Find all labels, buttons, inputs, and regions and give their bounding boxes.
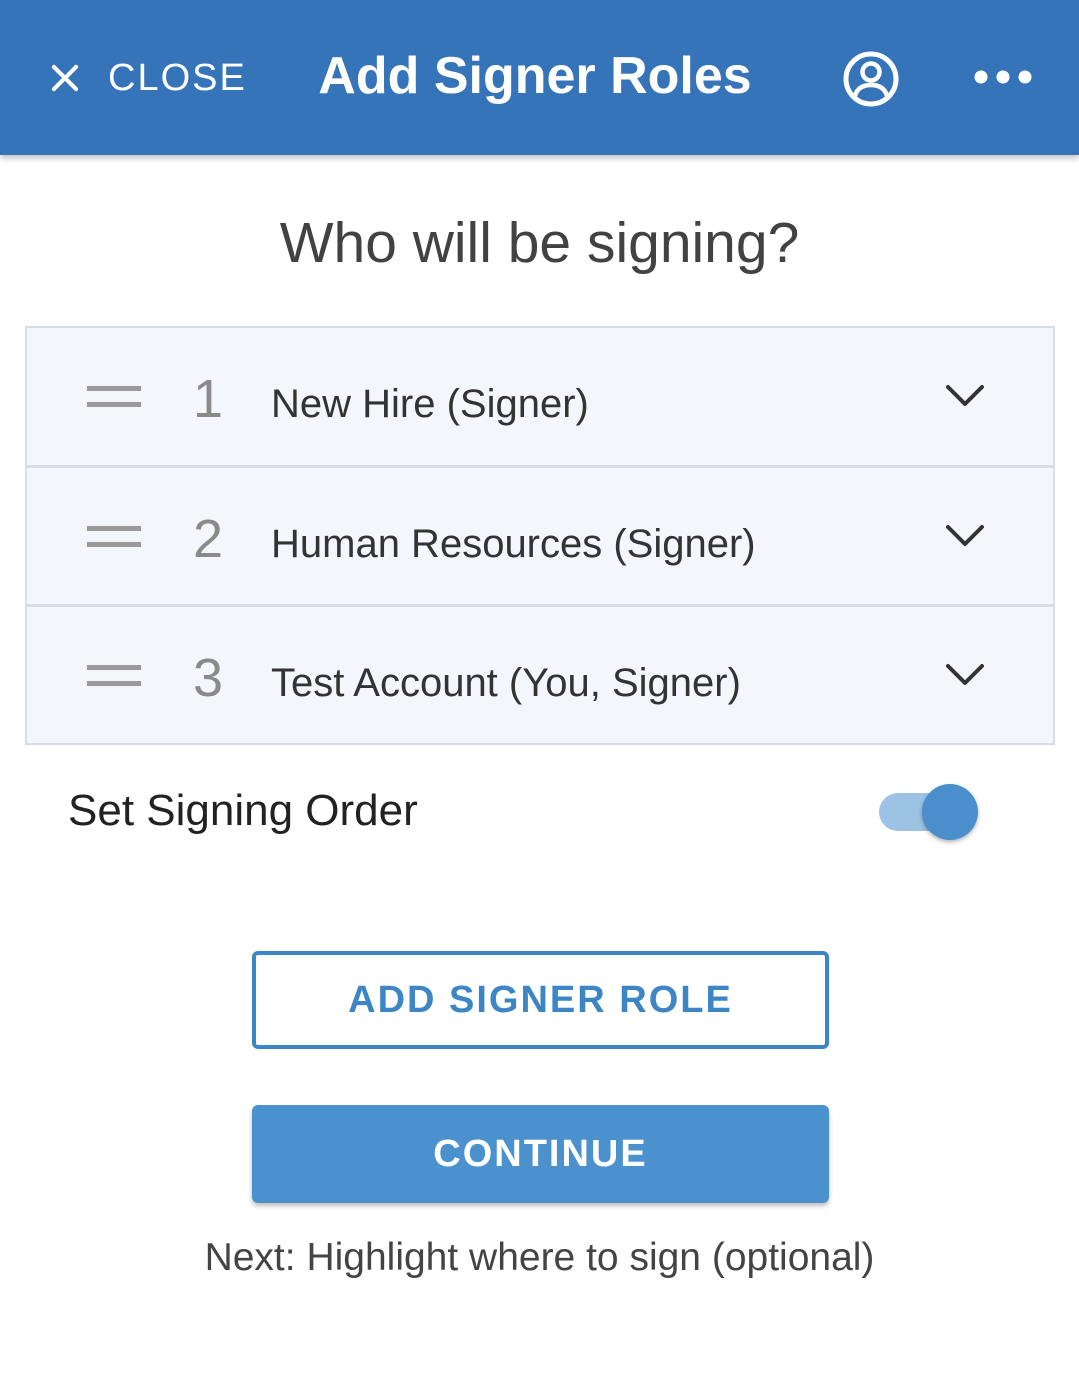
signer-role-list: 1 New Hire (Signer) 2 Human Resources (S… (25, 326, 1055, 745)
drag-handle-icon[interactable] (87, 526, 141, 548)
chevron-down-icon[interactable] (945, 522, 985, 550)
drag-handle-icon[interactable] (87, 386, 141, 408)
role-name: Test Account (You, Signer) (271, 661, 741, 705)
role-order-number: 3 (193, 648, 224, 708)
question-heading: Who will be signing? (279, 211, 800, 275)
continue-button[interactable]: CONTINUE (252, 1105, 829, 1203)
close-label: CLOSE (108, 56, 247, 99)
more-horizontal-icon[interactable] (972, 62, 1034, 92)
toggle-knob (922, 784, 978, 840)
signer-role-row[interactable]: 3 Test Account (You, Signer) (27, 604, 1053, 741)
signer-role-row[interactable]: 1 New Hire (Signer) (27, 328, 1053, 465)
signing-order-toggle[interactable] (876, 782, 982, 842)
signing-order-label: Set Signing Order (68, 786, 418, 835)
role-order-number: 2 (193, 509, 224, 569)
top-app-bar: CLOSE Add Signer Roles (0, 0, 1079, 155)
role-order-number: 1 (193, 369, 224, 429)
role-name: Human Resources (Signer) (271, 522, 756, 566)
close-button[interactable]: CLOSE (46, 52, 247, 104)
next-step-hint: Next: Highlight where to sign (optional) (204, 1236, 875, 1279)
close-icon (51, 64, 79, 92)
chevron-down-icon[interactable] (945, 382, 985, 410)
chevron-down-icon[interactable] (945, 661, 985, 689)
role-name: New Hire (Signer) (271, 382, 589, 426)
signer-role-row[interactable]: 2 Human Resources (Signer) (27, 465, 1053, 602)
page-title: Add Signer Roles (318, 47, 752, 105)
account-circle-icon[interactable] (842, 50, 900, 108)
add-signer-role-button[interactable]: ADD SIGNER ROLE (252, 951, 829, 1049)
drag-handle-icon[interactable] (87, 665, 141, 687)
